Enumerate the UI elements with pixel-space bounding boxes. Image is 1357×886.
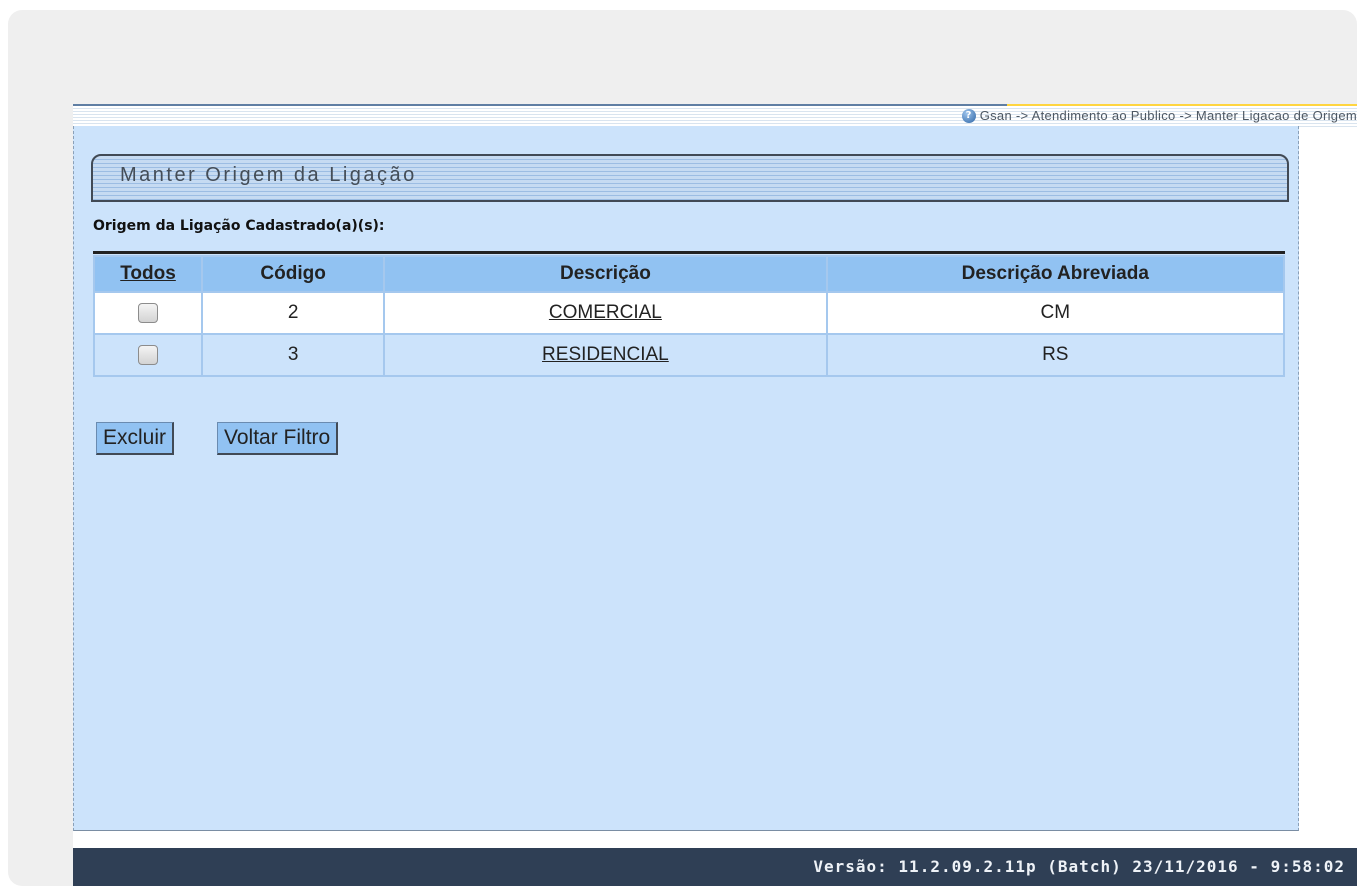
select-all-link[interactable]: Todos xyxy=(120,263,176,284)
codigo-cell: 3 xyxy=(203,335,384,375)
table-row: 2 COMERCIAL CM xyxy=(95,293,1283,333)
table-divider xyxy=(93,251,1285,254)
row-checkbox[interactable] xyxy=(138,302,159,323)
header-descricao-abreviada: Descrição Abreviada xyxy=(827,257,1283,291)
row-select-cell xyxy=(95,335,202,375)
footer-bar: Versão: 11.2.09.2.11p (Batch) 23/11/2016… xyxy=(73,848,1357,886)
abreviada-cell: RS xyxy=(827,335,1283,375)
voltar-filtro-button[interactable]: Voltar Filtro xyxy=(217,422,339,455)
version-footer: Versão: 11.2.09.2.11p (Batch) 23/11/2016… xyxy=(813,857,1345,876)
results-subtitle: Origem da Ligação Cadastrado(a)(s): xyxy=(93,218,385,234)
descricao-cell: COMERCIAL xyxy=(385,293,826,333)
help-icon[interactable]: ? xyxy=(961,108,976,123)
results-table: Todos Código Descrição Descrição Abrevia… xyxy=(93,255,1285,377)
codigo-cell: 2 xyxy=(203,293,384,333)
row-checkbox[interactable] xyxy=(138,344,159,365)
breadcrumb-text: Gsan -> Atendimento ao Publico -> Manter… xyxy=(979,108,1357,123)
abreviada-cell: CM xyxy=(827,293,1283,333)
descricao-cell: RESIDENCIAL xyxy=(385,335,826,375)
table-row: 3 RESIDENCIAL RS xyxy=(95,335,1283,375)
header-descricao: Descrição xyxy=(385,257,826,291)
breadcrumb: ? Gsan -> Atendimento ao Publico -> Mant… xyxy=(961,108,1357,123)
table-header-row: Todos Código Descrição Descrição Abrevia… xyxy=(95,257,1283,291)
descricao-link[interactable]: COMERCIAL xyxy=(549,302,662,323)
app-frame: ? Gsan -> Atendimento ao Publico -> Mant… xyxy=(73,104,1357,886)
header-todos[interactable]: Todos xyxy=(95,257,202,291)
header-codigo: Código xyxy=(203,257,384,291)
breadcrumb-bar: ? Gsan -> Atendimento ao Publico -> Mant… xyxy=(73,104,1357,128)
breadcrumb-accent-line xyxy=(1007,104,1357,106)
content-area: Manter Origem da Ligação Origem da Ligaç… xyxy=(73,126,1299,831)
excluir-button[interactable]: Excluir xyxy=(96,422,175,455)
page-title-box: Manter Origem da Ligação xyxy=(91,154,1289,202)
descricao-link[interactable]: RESIDENCIAL xyxy=(542,344,669,365)
row-select-cell xyxy=(95,293,202,333)
page-title: Manter Origem da Ligação xyxy=(120,164,417,186)
